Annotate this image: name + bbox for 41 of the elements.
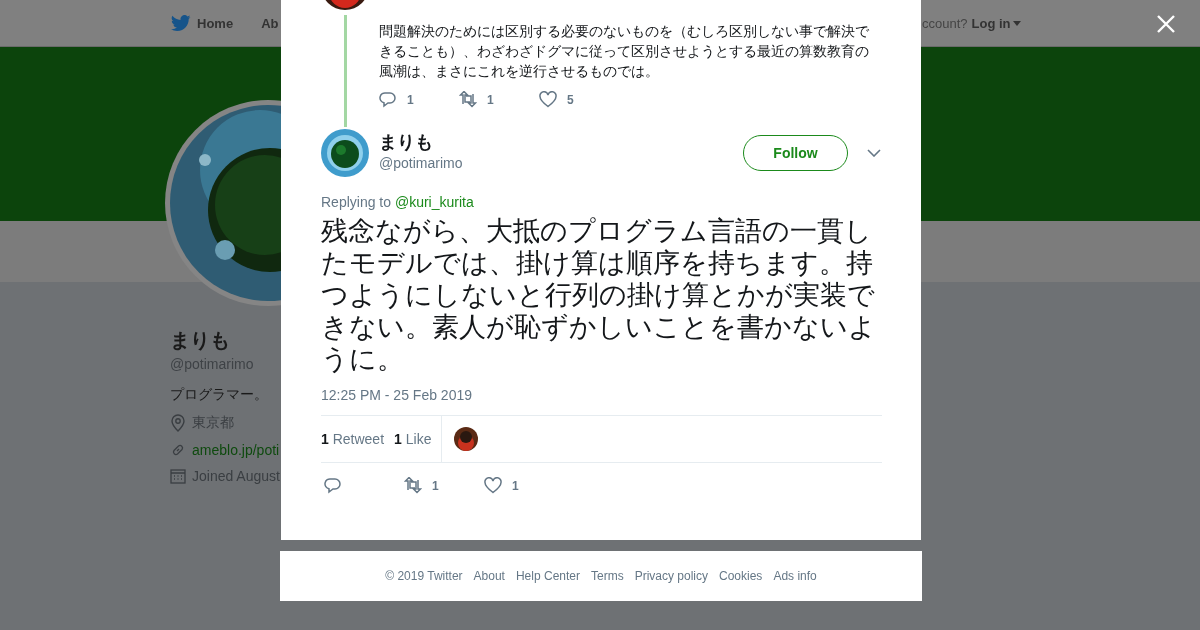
like-count[interactable]: 1 Like	[394, 431, 432, 447]
retweet-count[interactable]: 1 Retweet	[321, 431, 385, 447]
retweet-icon	[459, 91, 477, 108]
footer-link[interactable]: Privacy policy	[634, 569, 708, 583]
footer-link[interactable]: Ads info	[773, 569, 817, 583]
profile-name: まりも	[170, 328, 230, 353]
user-name: まりも	[379, 130, 434, 154]
calendar-icon	[170, 468, 186, 484]
chevron-down-icon[interactable]	[867, 149, 881, 157]
nav-link[interactable]: Home	[171, 15, 234, 31]
account-prompt: ccount?	[922, 16, 968, 31]
heart-icon	[539, 91, 557, 108]
retweet-button[interactable]: 1	[404, 477, 484, 494]
speech-bubble-icon	[379, 91, 397, 108]
footer-link[interactable]: Terms	[591, 569, 624, 583]
footer-link[interactable]: Help Center	[515, 569, 580, 583]
replying-to-text: Replying to @kuri_kurita	[321, 194, 475, 210]
location-pin-icon	[170, 414, 186, 432]
footer-link[interactable]: About	[473, 569, 505, 583]
tweet-text: 残念ながら、大抵のプログラム言語の一貫したモデルでは、掛け算は順序を持ちます。持つようにしないと行列の掛け算とかが実装できない。素人が恥ずかしいことを書かないように。	[321, 215, 877, 375]
profile-bio: プログラマー。	[170, 386, 268, 404]
copyright-text: © 2019 Twitter	[385, 569, 463, 583]
heart-icon	[484, 477, 502, 494]
login-link[interactable]: Log in	[971, 16, 1021, 31]
like-button[interactable]: 1	[484, 477, 564, 494]
speech-bubble-icon	[324, 477, 342, 494]
caret-icon	[1012, 21, 1021, 26]
close-icon[interactable]	[1157, 15, 1175, 33]
like-button[interactable]: 5	[539, 91, 619, 108]
tweet-timestamp: 12:25 PM - 25 Feb 2019	[321, 387, 473, 403]
retweet-button[interactable]: 1	[459, 91, 539, 108]
bird-icon	[171, 15, 191, 31]
nav-link[interactable]: Ab	[261, 15, 279, 31]
follow-button[interactable]: Follow	[743, 135, 848, 171]
retweet-icon	[404, 477, 422, 494]
link-icon	[170, 442, 186, 458]
reply-button[interactable]: 1	[379, 91, 459, 108]
footer-link[interactable]: Cookies	[719, 569, 763, 583]
tweet-text: 問題解決のためには区別する必要のないものを（むしろ区別しない事で解決できることも）、わざわざドグマに従って区別させようとする最近の算数教育の風潮は、まさにこれを逆行させるものでは。	[379, 22, 870, 81]
mention-link[interactable]: @kuri_kurita	[394, 194, 474, 210]
user-handle: @potimarimo	[379, 154, 464, 171]
